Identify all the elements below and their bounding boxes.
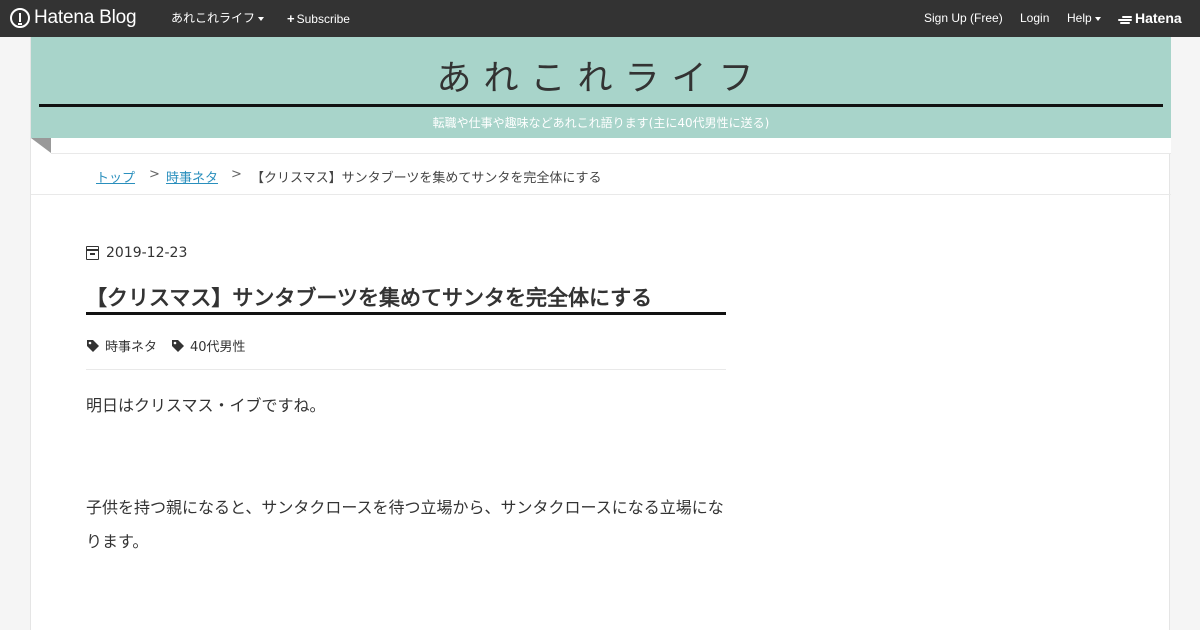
calendar-icon (86, 246, 99, 260)
header-fold-strip (51, 138, 1171, 154)
tag-icon (87, 339, 99, 352)
breadcrumb-category-link[interactable]: 時事ネタ (166, 167, 218, 186)
blog-menu-dropdown[interactable]: あれこれライフ (171, 0, 265, 37)
tag-icon (172, 339, 184, 352)
plus-icon: + (287, 11, 295, 26)
blog-menu-label: あれこれライフ (171, 11, 256, 25)
category-tag[interactable]: 40代男性 (171, 336, 246, 355)
signup-label: Sign Up (Free) (924, 11, 1003, 25)
header-fold-corner (31, 138, 51, 153)
article-date-text: 2019-12-23 (106, 245, 188, 261)
hatena-blog-icon (10, 8, 30, 28)
category-tag[interactable]: 時事ネタ (86, 336, 157, 355)
article-paragraph: 明日はクリスマス・イブですね。 (86, 396, 326, 415)
page-container: あれこれライフ 転職や仕事や趣味などあれこれ語ります(主に40代男性に送る) ト… (30, 37, 1171, 630)
hatena-brand-label: Hatena (1135, 10, 1182, 26)
global-header: Hatena Blog あれこれライフ + Subscribe Sign Up (… (0, 0, 1200, 37)
login-link[interactable]: Login (1020, 0, 1049, 37)
hatena-mark-icon (1118, 15, 1132, 25)
help-label: Help (1067, 11, 1092, 25)
article-title[interactable]: 【クリスマス】サンタブーツを集めてサンタを完全体にする (86, 282, 726, 312)
title-divider (39, 104, 1163, 107)
hatena-blog-logo[interactable]: Hatena Blog (10, 7, 137, 29)
breadcrumb: トップ > 時事ネタ > 【クリスマス】サンタブーツを集めてサンタを完全体にする (31, 155, 1171, 195)
blog-description: 転職や仕事や趣味などあれこれ語ります(主に40代男性に送る) (432, 116, 770, 130)
breadcrumb-separator: > (149, 167, 160, 182)
breadcrumb-top-link[interactable]: トップ (96, 167, 135, 186)
subscribe-button[interactable]: + Subscribe (287, 0, 350, 37)
meta-divider (86, 369, 726, 370)
subscribe-label: Subscribe (296, 12, 350, 26)
breadcrumb-current: 【クリスマス】サンタブーツを集めてサンタを完全体にする (251, 171, 602, 186)
logo-text: Hatena Blog (34, 7, 137, 28)
category-tag-label: 40代男性 (190, 340, 246, 355)
hatena-brand-link[interactable]: Hatena (1118, 0, 1182, 37)
blog-header: あれこれライフ 転職や仕事や趣味などあれこれ語ります(主に40代男性に送る) (31, 37, 1171, 138)
article-title-divider (86, 312, 726, 315)
caret-down-icon (258, 16, 265, 21)
blog-title[interactable]: あれこれライフ (31, 50, 1171, 101)
article-date[interactable]: 2019-12-23 (86, 245, 187, 261)
login-label: Login (1020, 11, 1050, 25)
help-dropdown[interactable]: Help (1067, 0, 1101, 37)
category-tag-label: 時事ネタ (105, 340, 158, 355)
signup-link[interactable]: Sign Up (Free) (924, 0, 1003, 37)
article-paragraph: 子供を持つ親になると、サンタクロースを待つ立場から、サンタクロースになる立場にな… (86, 498, 724, 551)
breadcrumb-separator: > (231, 167, 242, 182)
caret-down-icon (1094, 16, 1101, 21)
